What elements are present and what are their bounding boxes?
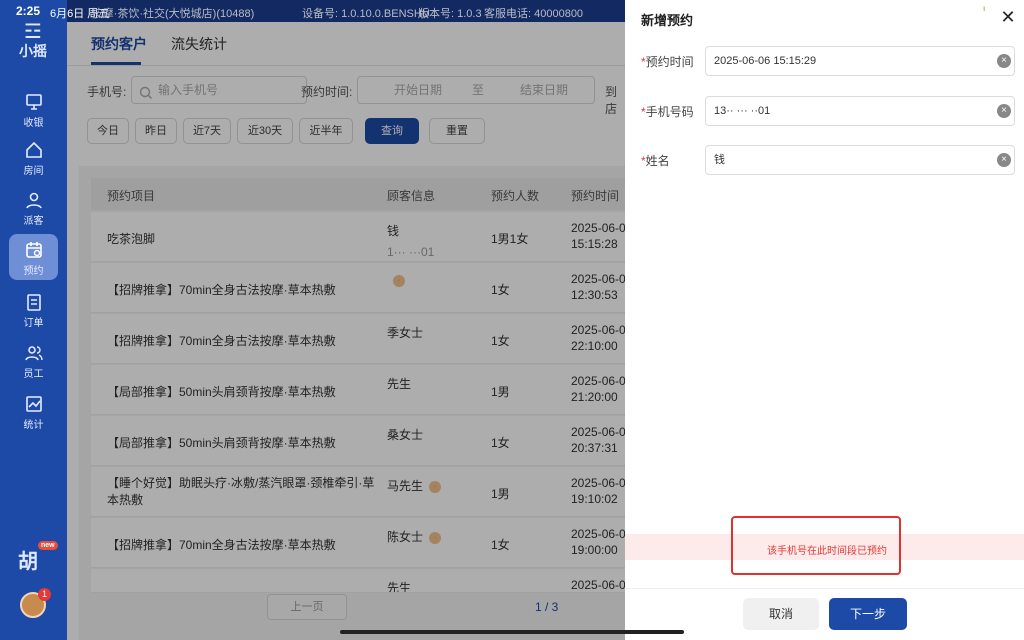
phone-input[interactable]: 13·· ··· ··01 — [705, 96, 1015, 126]
sidebar-item-label: 统计 — [23, 420, 44, 431]
avatar[interactable]: 1 — [20, 588, 51, 618]
sidebar-item-label: 预约 — [23, 266, 44, 277]
device-number: 设备号: 1.0.10.0.BENSHU — [302, 8, 430, 20]
phone-field: *手机号码 13·· ··· ··01 × — [641, 96, 1015, 126]
sidebar-item-reservation[interactable]: 预约 — [9, 234, 58, 280]
footer-divider — [625, 588, 1024, 589]
sidebar-item-label: 派客 — [23, 216, 44, 227]
drawer-title: 新增预约 — [641, 13, 694, 28]
modal-overlay[interactable] — [67, 0, 625, 640]
logo-text: 小摇 — [19, 43, 47, 59]
field-label-text: 手机号码 — [645, 105, 694, 119]
dispatch-icon — [24, 190, 44, 210]
clear-icon[interactable]: × — [997, 153, 1011, 167]
brand-mark[interactable]: 胡 new — [18, 541, 58, 575]
cashier-icon — [24, 92, 44, 112]
field-label-text: 预约时间 — [645, 55, 694, 69]
logo-mark-icon: ☲ — [24, 21, 42, 43]
clear-icon[interactable]: × — [997, 54, 1011, 68]
sidebar: ☲ 小摇 收银 房间 派客 预约 订单 员工 统计 胡 new 1 — [0, 0, 67, 640]
reservation-time-field: *预约时间 2025-06-06 15:15:29 × — [641, 46, 1015, 76]
sidebar-item-stats[interactable]: 统计 — [9, 388, 58, 434]
reservation-time-input[interactable]: 2025-06-06 15:15:29 — [705, 46, 1015, 76]
calendar-icon — [24, 240, 44, 260]
status-bar: 2:25 6月6日 周五 ·按摩·茶饮·社交(大悦城店)(10488) 设备号:… — [0, 0, 625, 22]
field-label-text: 姓名 — [645, 154, 670, 168]
app-screen: 2:25 6月6日 周五 ·按摩·茶饮·社交(大悦城店)(10488) 设备号:… — [0, 0, 1024, 640]
sidebar-item-label: 员工 — [23, 369, 44, 380]
staff-icon — [24, 343, 44, 363]
sidebar-item-dispatch[interactable]: 派客 — [9, 184, 58, 230]
sidebar-item-cashier[interactable]: 收银 — [9, 86, 58, 132]
status-indicator: ı — [983, 4, 986, 13]
app-logo: ☲ 小摇 — [8, 22, 58, 66]
home-indicator[interactable] — [340, 630, 684, 634]
clear-icon[interactable]: × — [997, 104, 1011, 118]
order-icon — [24, 292, 44, 312]
version-number: 版本号: 1.0.3 — [418, 8, 482, 20]
field-label: *预约时间 — [641, 53, 694, 70]
new-badge: new — [38, 541, 58, 550]
close-icon[interactable]: ✕ — [999, 8, 1017, 26]
sidebar-item-order[interactable]: 订单 — [9, 286, 58, 332]
notification-badge: 1 — [38, 588, 51, 601]
sidebar-item-label: 房间 — [23, 166, 44, 177]
field-label: *手机号码 — [641, 103, 694, 120]
room-icon — [24, 140, 44, 160]
sidebar-item-label: 订单 — [23, 318, 44, 329]
error-highlight-box — [731, 516, 901, 575]
sidebar-item-label: 收银 — [23, 118, 44, 129]
brand-text: 胡 — [18, 551, 38, 573]
new-reservation-drawer: 新增预约 ı ✕ *预约时间 2025-06-06 15:15:29 × *手机… — [625, 0, 1024, 640]
status-time: 2:25 — [16, 4, 41, 18]
cancel-button[interactable]: 取消 — [743, 598, 819, 630]
store-name: ·按摩·茶饮·社交(大悦城店)(10488) — [88, 8, 255, 20]
next-button[interactable]: 下一步 — [829, 598, 907, 630]
stats-icon — [24, 394, 44, 414]
sidebar-item-staff[interactable]: 员工 — [9, 337, 58, 383]
sidebar-item-room[interactable]: 房间 — [9, 134, 58, 180]
name-input[interactable]: 钱 — [705, 145, 1015, 175]
field-label: *姓名 — [641, 152, 670, 169]
name-field: *姓名 钱 × — [641, 145, 1015, 175]
service-hotline: 客服电话: 40000800 — [484, 8, 584, 20]
